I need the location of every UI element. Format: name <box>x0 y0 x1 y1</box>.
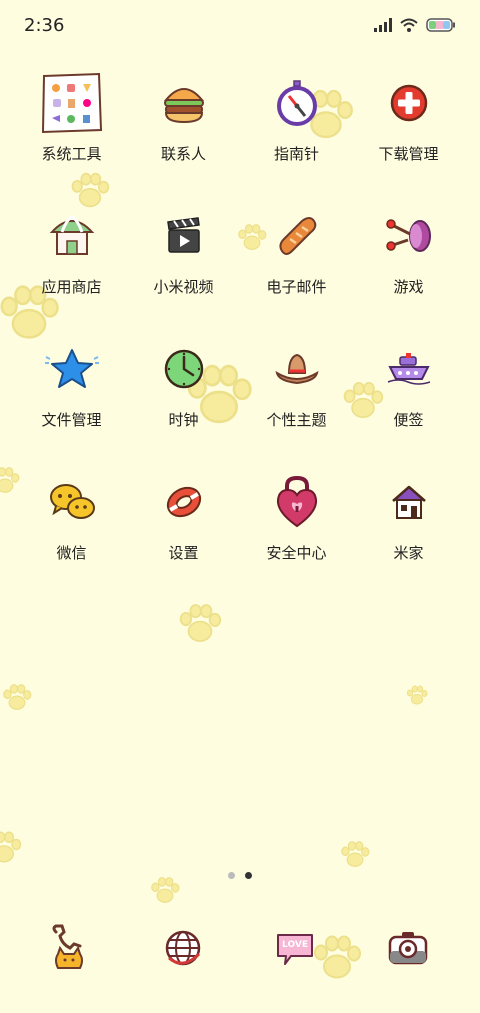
phone-cat-icon <box>48 924 88 976</box>
app-label: 个性主题 <box>266 411 327 429</box>
app-label: 电子邮件 <box>266 278 327 296</box>
paw-print-icon <box>341 841 370 867</box>
app-store[interactable]: 应用商店 <box>15 203 128 313</box>
camera-dock[interactable] <box>375 920 441 980</box>
paw-print-icon <box>151 877 180 903</box>
lifebuoy-icon <box>151 469 217 535</box>
clapperboard-icon <box>151 203 217 269</box>
app-security-center[interactable]: 安全中心 <box>240 469 353 579</box>
app-wechat[interactable]: 微信 <box>15 469 128 579</box>
signal-icon <box>374 17 392 36</box>
app-label: 游戏 <box>393 278 424 296</box>
house-icon <box>376 469 442 535</box>
love-text: LOVE <box>282 940 308 950</box>
app-mi-home[interactable]: 米家 <box>352 469 465 579</box>
heart-lock-icon <box>264 469 330 535</box>
app-file-manager[interactable]: 文件管理 <box>15 336 128 446</box>
hat-icon <box>264 336 330 402</box>
app-label: 微信 <box>56 544 87 562</box>
drum-game-icon <box>376 203 442 269</box>
bread-icon <box>264 203 330 269</box>
system-tools-folder-icon <box>39 70 105 136</box>
app-label: 便签 <box>393 411 424 429</box>
compass-icon <box>264 70 330 136</box>
dock: LOVE <box>0 920 480 980</box>
phone-dock[interactable] <box>35 920 101 980</box>
app-settings[interactable]: 设置 <box>127 469 240 579</box>
app-games[interactable]: 游戏 <box>352 203 465 313</box>
page-dot-active[interactable] <box>245 872 252 879</box>
app-contacts[interactable]: 联系人 <box>127 70 240 180</box>
burger-contacts-icon <box>151 70 217 136</box>
battery-icon <box>426 17 456 36</box>
app-label: 系统工具 <box>41 145 102 163</box>
paw-print-icon <box>0 831 22 863</box>
page-dot[interactable] <box>228 872 235 879</box>
paw-print-icon <box>406 685 428 705</box>
messages-dock[interactable]: LOVE <box>262 920 328 980</box>
wifi-icon <box>400 17 418 36</box>
love-bubble-icon: LOVE <box>275 932 315 968</box>
app-email[interactable]: 电子邮件 <box>240 203 353 313</box>
app-themes[interactable]: 个性主题 <box>240 336 353 446</box>
app-compass[interactable]: 指南针 <box>240 70 353 180</box>
status-icons <box>374 17 456 36</box>
app-label: 时钟 <box>168 411 199 429</box>
paw-print-icon <box>179 604 222 642</box>
app-label: 设置 <box>168 544 199 562</box>
browser-dock[interactable] <box>150 920 216 980</box>
page-indicator <box>0 872 480 879</box>
status-bar: 2:36 <box>0 0 480 52</box>
app-mi-video[interactable]: 小米视频 <box>127 203 240 313</box>
boat-icon <box>376 336 442 402</box>
status-time: 2:36 <box>24 15 65 36</box>
app-clock[interactable]: 时钟 <box>127 336 240 446</box>
app-download-manager[interactable]: 下载管理 <box>352 70 465 180</box>
download-plus-icon <box>376 70 442 136</box>
globe-icon <box>163 928 203 972</box>
app-system-tools[interactable]: 系统工具 <box>15 70 128 180</box>
shop-icon <box>39 203 105 269</box>
app-label: 应用商店 <box>41 278 102 296</box>
app-label: 小米视频 <box>153 278 214 296</box>
app-label: 安全中心 <box>266 544 327 562</box>
app-label: 米家 <box>393 544 424 562</box>
camera-icon <box>387 929 429 971</box>
chat-bubbles-icon <box>39 469 105 535</box>
app-label: 指南针 <box>273 145 319 163</box>
paw-print-icon <box>3 684 32 710</box>
app-label: 下载管理 <box>378 145 439 163</box>
app-label: 联系人 <box>160 145 206 163</box>
star-icon <box>39 336 105 402</box>
clock-icon <box>151 336 217 402</box>
app-label: 文件管理 <box>41 411 102 429</box>
app-notes[interactable]: 便签 <box>352 336 465 446</box>
